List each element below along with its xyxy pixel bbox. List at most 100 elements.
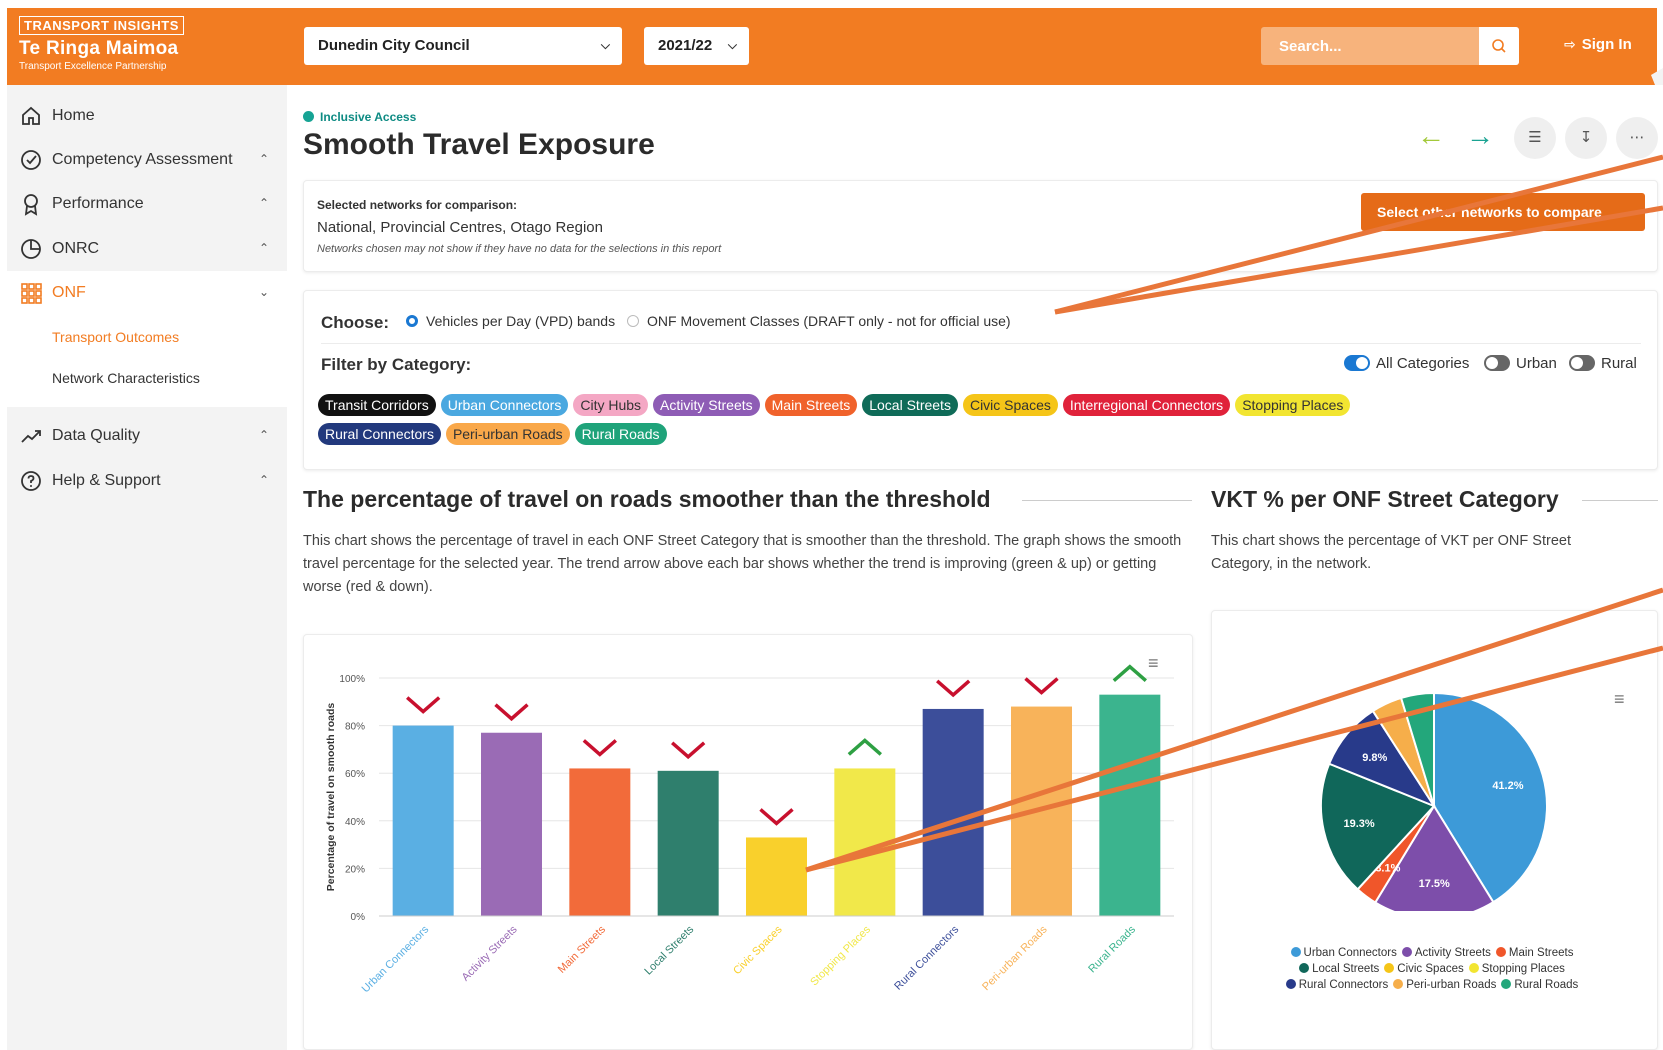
sign-in-link[interactable]: ⇨ Sign In [1564,36,1632,53]
toggle-switch [1484,355,1510,371]
search-button[interactable] [1479,27,1519,65]
search-input[interactable]: Search... [1279,38,1342,55]
legend-item[interactable]: Rural Roads [1501,979,1578,991]
trend-down-icon [494,703,529,722]
legend-item[interactable]: Civic Spaces [1384,963,1464,975]
logo[interactable]: TRANSPORT INSIGHTS Te Ringa Maimoa Trans… [19,16,289,86]
y-tick-label: 20% [345,864,365,875]
legend-label: Civic Spaces [1397,963,1464,975]
legend-item[interactable]: Rural Connectors [1285,979,1388,991]
legend-item[interactable]: Peri-urban Roads [1393,979,1496,991]
radio-onf-movement[interactable]: ONF Movement Classes (DRAFT only - not f… [627,313,1011,329]
list-button[interactable]: ☰ [1514,117,1556,159]
sign-in-icon: ⇨ [1564,36,1576,52]
category-chip[interactable]: Main Streets [764,394,858,416]
toggle-rural[interactable]: Rural [1569,355,1637,372]
list-icon: ☰ [1528,129,1542,146]
toggle-all-categories[interactable]: All Categories [1344,355,1469,372]
x-tick-label: Stopping Places [808,923,873,988]
x-tick-label: Rural Roads [1086,923,1138,975]
pie-chart-icon [21,239,41,259]
sidebar-item-onrc[interactable]: ONRC ⌃ [7,227,287,271]
category-chip[interactable]: Transit Corridors [318,394,436,416]
x-tick-label: Rural Connectors [892,923,961,992]
year-select[interactable]: 2021/22 ⌵ [644,27,749,65]
download-button[interactable]: ↧ [1565,117,1607,159]
y-tick-label: 80% [345,722,365,733]
chart-menu-icon[interactable]: ≡ [1614,689,1625,710]
home-icon [22,106,40,125]
legend-dot-icon [1393,979,1404,989]
legend-dot-icon [1468,963,1479,973]
legend-item[interactable]: Activity Streets [1401,947,1491,959]
sidebar-subitem-transport-outcomes[interactable]: Transport Outcomes [52,329,179,345]
toggle-switch [1344,355,1370,371]
y-tick-label: 100% [339,674,365,685]
bar-chart: 0% 20% 40% 60% 80% 100% Percentage of travel o… [325,664,1174,995]
legend-label: Urban Connectors [1303,947,1397,959]
check-circle-icon [21,150,41,170]
next-arrow-icon[interactable]: → [1466,120,1494,152]
toggle-rural-label: Rural [1601,355,1637,372]
legend-label: Peri-urban Roads [1406,979,1497,991]
legend-label: Activity Streets [1414,947,1491,959]
legend-item[interactable]: Local Streets [1299,963,1379,975]
download-icon: ↧ [1579,129,1593,146]
category-chip[interactable]: Local Streets [862,394,958,416]
category-chip[interactable]: Peri-urban Roads [445,423,570,445]
networks-note: Networks chosen may not show if they hav… [317,243,722,255]
trend-down-icon [1024,677,1059,695]
council-select[interactable]: Dunedin City Council ⌵ [304,27,622,65]
trend-down-icon [936,679,971,698]
legend-item[interactable]: Main Streets [1495,947,1574,959]
category-chips: Transit Corridors Urban Connectors City Hu… [318,394,1478,452]
search-box[interactable]: Search... [1261,27,1519,65]
more-button[interactable]: ⋯ [1616,117,1658,159]
chart-menu-icon[interactable]: ≡ [1148,653,1159,674]
sidebar-item-data-quality[interactable]: Data Quality ⌃ [7,414,287,458]
divider [1022,500,1192,501]
more-icon: ⋯ [1629,129,1645,146]
legend-label: Local Streets [1312,963,1380,975]
category-chip[interactable]: Civic Spaces [962,394,1058,416]
category-chip[interactable]: Activity Streets [653,394,760,416]
radio-onf-label: ONF Movement Classes (DRAFT only - not f… [647,313,1011,329]
category-chip[interactable]: Stopping Places [1235,394,1351,416]
sidebar-label: ONF [52,284,86,301]
sidebar-item-home[interactable]: Home [7,94,287,138]
category-chip[interactable]: Rural Roads [574,423,667,445]
radio-unselected-icon [627,315,639,327]
sidebar-item-performance[interactable]: Performance ⌃ [7,182,287,226]
sidebar-item-competency[interactable]: Competency Assessment ⌃ [7,138,287,182]
previous-arrow-icon[interactable]: ← [1417,120,1445,152]
sidebar-subitem-network-characteristics[interactable]: Network Characteristics [52,370,200,386]
pie-chart: 41.2%17.5%3.1%19.3%9.8% [1320,691,1548,911]
divider [1582,500,1658,501]
onf-submenu: Transport Outcomes Network Characteristi… [7,315,287,407]
legend-item[interactable]: Stopping Places [1468,963,1565,975]
trend-up-icon [1112,664,1147,682]
pie-legend: Urban Connectors Activity Streets Main Str… [1262,947,1607,995]
bar [657,770,719,916]
bar [922,708,984,916]
radio-vpd[interactable]: Vehicles per Day (VPD) bands [406,313,615,329]
legend-label: Stopping Places [1481,963,1565,975]
legend-item[interactable]: Urban Connectors [1290,947,1397,959]
toggle-urban[interactable]: Urban [1484,355,1557,372]
legend-label: Main Streets [1508,947,1574,959]
breadcrumb[interactable]: Inclusive Access [303,110,416,124]
sidebar-item-help[interactable]: Help & Support ⌃ [7,459,287,503]
x-tick-label: Urban Connectors [360,923,432,995]
bar-section-description: This chart shows the percentage of trave… [303,533,1182,595]
category-chip[interactable]: Rural Connectors [318,423,441,445]
pie-section-title: VKT % per ONF Street Category [1211,486,1559,512]
category-chip[interactable]: City Hubs [573,394,649,416]
category-chip[interactable]: Urban Connectors [440,394,569,416]
chevron-down-icon: ⌵ [600,38,610,52]
category-chip[interactable]: Interregional Connectors [1062,394,1231,416]
sidebar-item-onf[interactable]: ONF ⌄ [7,271,287,315]
y-tick-label: 60% [345,769,365,780]
legend-dot-icon [1290,947,1301,957]
legend-label: Rural Roads [1514,979,1579,991]
compare-networks-button[interactable]: Select other networks to compare [1361,193,1645,231]
